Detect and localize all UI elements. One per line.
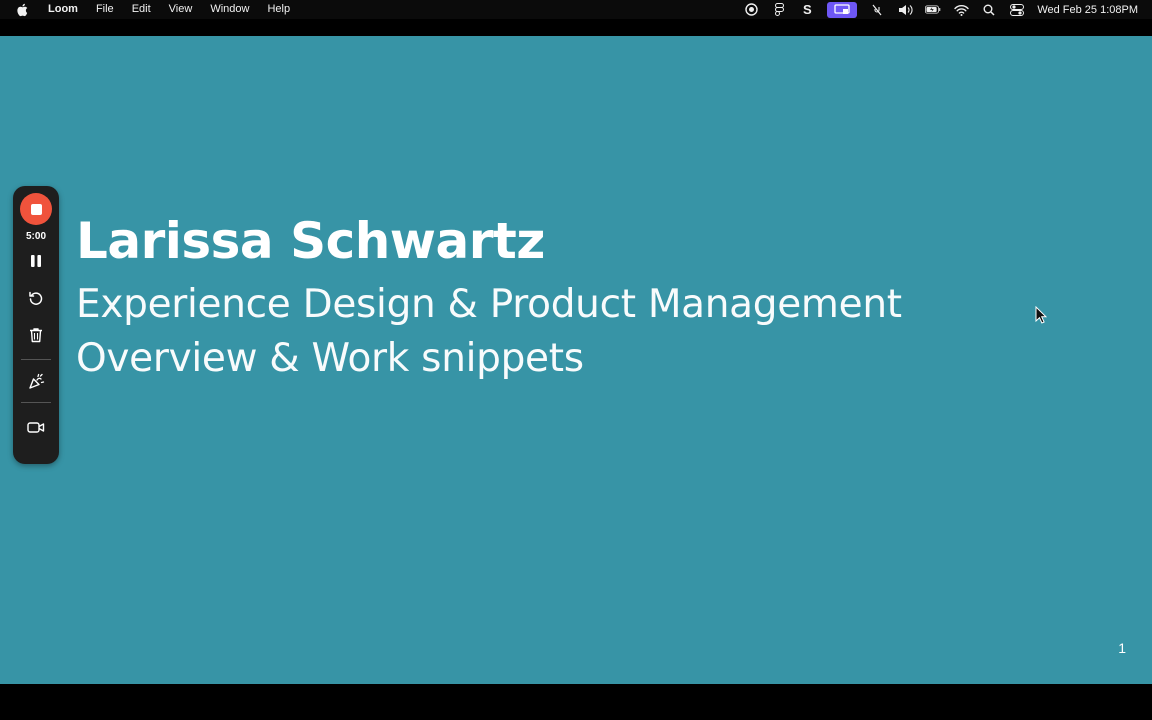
restart-button[interactable] [21,283,51,313]
wifi-icon[interactable] [953,3,969,17]
menu-bar-clock[interactable]: Wed Feb 25 1:08PM [1037,4,1138,16]
camera-icon [27,421,45,433]
recording-timer: 5:00 [25,231,46,242]
confetti-icon [28,373,44,389]
pause-button[interactable] [21,246,51,276]
slide-subtitle-line-1: Experience Design & Product Management [76,282,902,327]
stop-icon [30,203,42,215]
slide-page-number: 1 [1118,640,1126,656]
bottom-letterbox [0,684,1152,720]
pause-icon [31,255,41,267]
toolbar-divider [21,402,51,403]
toolbar-divider [21,359,51,360]
stop-recording-button[interactable] [20,193,52,225]
menu-view[interactable]: View [160,0,202,19]
trash-icon [30,328,42,343]
menu-bar: Loom File Edit View Window Help S Wed Fe… [0,0,1152,19]
presentation-slide: Larissa Schwartz Experience Design & Pro… [0,36,1152,684]
slide-title: Larissa Schwartz [76,212,545,270]
slide-subtitle-line-2: Overview & Work snippets [76,336,584,381]
s-app-icon[interactable]: S [799,2,815,17]
menu-help[interactable]: Help [258,0,299,19]
menu-file[interactable]: File [87,0,123,19]
menu-edit[interactable]: Edit [123,0,160,19]
control-center-icon[interactable] [1009,3,1025,17]
mouse-cursor-icon [1035,306,1047,324]
mic-off-icon[interactable] [869,3,885,17]
volume-icon[interactable] [897,3,913,17]
slide-subtitle: Experience Design & Product Management O… [76,278,902,386]
app-menu-loom[interactable]: Loom [39,0,87,19]
restart-icon [29,291,43,305]
screen-record-icon[interactable] [743,3,759,17]
menu-window[interactable]: Window [201,0,258,19]
screen-share-icon[interactable] [827,1,858,18]
delete-recording-button[interactable] [21,320,51,350]
camera-toggle-button[interactable] [21,412,51,442]
figma-icon[interactable] [771,3,787,17]
battery-icon[interactable] [925,3,941,17]
loom-recording-toolbar: 5:00 [13,186,59,464]
apple-icon[interactable] [15,0,29,19]
effects-button[interactable] [21,366,51,396]
search-icon[interactable] [981,3,997,17]
